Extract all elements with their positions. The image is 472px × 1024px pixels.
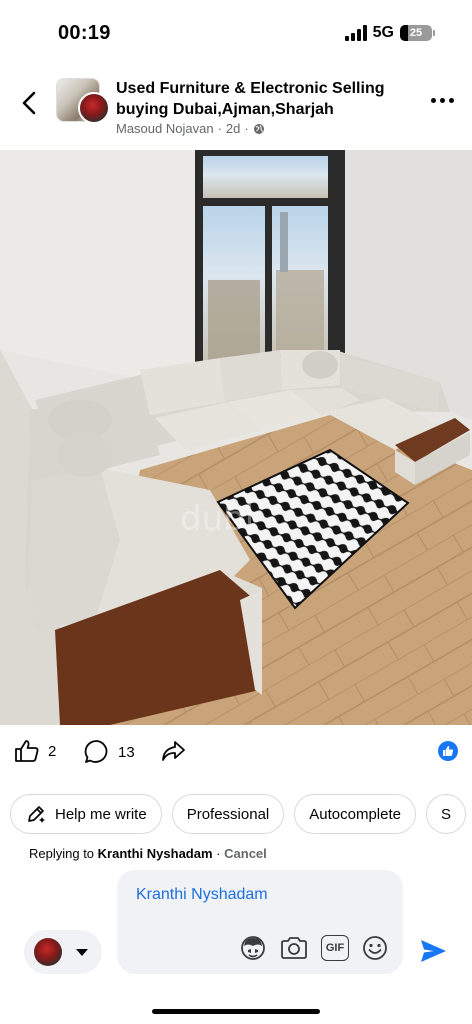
comment-button[interactable]: 13 (84, 739, 135, 765)
reply-target-name: Kranthi Nyshadam (97, 846, 213, 861)
group-name[interactable]: Used Furniture & Electronic Selling buyi… (116, 78, 406, 120)
globe-icon (253, 123, 264, 134)
more-options-button[interactable] (431, 98, 454, 103)
like-count: 2 (48, 742, 57, 760)
meta-separator: · (217, 121, 222, 136)
reply-separator: · (216, 846, 221, 861)
chip-professional[interactable]: Professional (171, 794, 285, 834)
comment-count: 13 (118, 743, 135, 761)
battery-percent: 25 (409, 27, 423, 39)
chip-label: Help me write (55, 805, 147, 823)
chip-help-me-write[interactable]: Help me write (10, 794, 162, 834)
post-header: Used Furniture & Electronic Selling buyi… (0, 70, 472, 150)
chevron-left-icon (22, 91, 36, 115)
emoji-icon[interactable] (361, 934, 389, 962)
replying-to-line: Replying to Kranthi Nyshadam · Cancel (29, 846, 267, 861)
status-time: 00:19 (58, 22, 111, 44)
status-indicators: 5G 25 (344, 24, 435, 42)
comment-input[interactable]: Kranthi Nyshadam GIF (117, 870, 403, 974)
group-avatar[interactable] (56, 78, 110, 126)
cellular-signal-icon (344, 25, 367, 41)
chip-label: Autocomplete (309, 805, 401, 823)
chip-more[interactable]: S (425, 794, 466, 834)
status-bar: 00:19 5G 25 (0, 0, 472, 64)
photo-watermark: dubi (180, 499, 254, 539)
dot (440, 98, 445, 103)
chip-label: Professional (186, 805, 270, 823)
commenter-identity-switcher[interactable] (24, 930, 102, 974)
author-avatar (78, 92, 110, 124)
send-arrow-icon (421, 940, 446, 962)
post-photo[interactable]: dubi (0, 150, 472, 725)
camera-icon[interactable] (279, 934, 309, 962)
sofa-room-image: dubi (0, 150, 472, 725)
like-button[interactable]: 2 (14, 739, 56, 763)
post-meta: Masoud Nojavan · 2d · (116, 121, 265, 136)
network-type: 5G (372, 24, 394, 41)
dot (449, 98, 454, 103)
gif-icon[interactable]: GIF (321, 935, 349, 961)
mention-tag: Kranthi Nyshadam (136, 886, 268, 903)
battery-icon: 25 (400, 25, 435, 41)
like-reaction-badge[interactable] (438, 741, 458, 761)
comment-bubble-icon (84, 740, 108, 763)
pencil-sparkle-icon (28, 806, 45, 823)
send-button[interactable] (418, 936, 448, 966)
gif-label: GIF (325, 942, 345, 954)
ai-writing-chips: Help me write Professional Autocomplete … (10, 794, 466, 834)
dot (431, 98, 436, 103)
share-button[interactable] (160, 739, 186, 763)
post-author[interactable]: Masoud Nojavan (116, 121, 214, 136)
back-button[interactable] (18, 88, 42, 118)
chip-autocomplete[interactable]: Autocomplete (294, 794, 416, 834)
avatar-sticker-icon[interactable] (239, 934, 267, 962)
meta-separator: · (244, 121, 249, 136)
thumbs-up-icon (443, 746, 454, 756)
cancel-reply-button[interactable]: Cancel (224, 846, 267, 861)
thumbs-up-icon (15, 740, 39, 762)
post-age: 2d (225, 121, 241, 136)
reply-prefix: Replying to (29, 846, 95, 861)
battery-fill (400, 25, 408, 41)
post-action-bar: 2 13 (0, 735, 472, 771)
composer-tools: GIF (239, 934, 389, 962)
share-arrow-icon (162, 741, 185, 761)
commenter-avatar (34, 938, 62, 966)
caret-down-icon (76, 949, 88, 956)
chip-label: S (440, 805, 451, 823)
home-indicator[interactable] (152, 1009, 320, 1014)
